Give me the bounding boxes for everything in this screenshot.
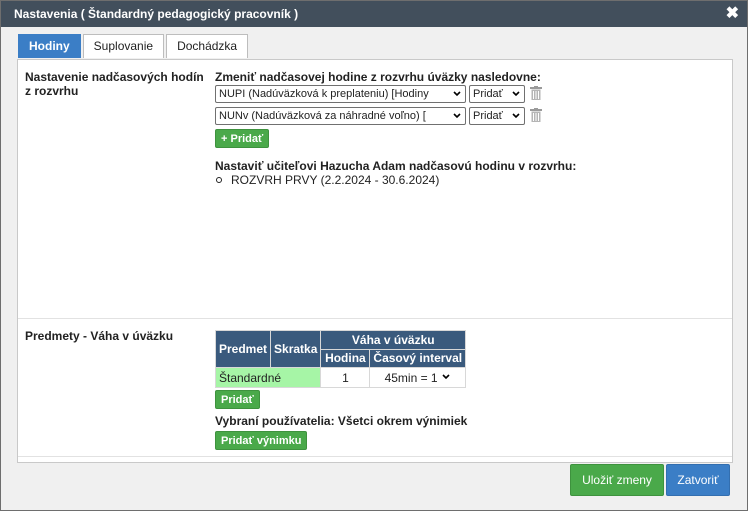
select-value: Pridať [473,110,503,122]
chevron-down-icon [511,108,521,124]
select-value: NUPI (Nadúväzková k preplateniu) [Hodiny [219,88,429,100]
selected-users-text: Vybraní používatelia: Všetci okrem výnim… [215,414,468,428]
schedule-list: ROZVRH PRVY (2.2.2024 - 30.6.2024) [215,173,439,187]
table-row: Štandardné 1 45min = 1 [214,367,467,388]
chevron-down-icon [452,86,462,102]
overtime-action-select-2[interactable]: Pridať [469,107,525,125]
assign-heading: Nastaviť učiteľovi Hazucha Adam nadčasov… [215,159,577,173]
save-button[interactable]: Uložiť zmeny [570,464,664,496]
bullet-icon [216,177,222,183]
overtime-instruction: Zmeniť nadčasovej hodine z rozvrhu úväzk… [215,70,541,84]
add-exception-button[interactable]: Pridať výnimku [215,431,308,450]
col-abbr-header: Skratka [270,330,322,368]
select-value: Pridať [473,88,503,100]
interval-select[interactable]: 45min = 1 [369,367,467,388]
add-overtime-button[interactable]: + Pridať [215,129,270,148]
dialog-title: Nastavenia ( Štandardný pedagogický prac… [14,7,299,21]
close-button[interactable]: Zatvoriť [666,464,730,496]
chevron-down-icon [452,108,462,124]
chevron-down-icon [511,86,521,102]
trash-icon[interactable] [530,108,542,122]
settings-dialog: Nastavenia ( Štandardný pedagogický prac… [0,0,748,511]
weight-table: Predmet Skratka Váha v úväzku Hodina Čas… [214,330,467,388]
overtime-section: Nastavenie nadčasových hodín z rozvrhu Z… [18,60,732,319]
subject-cell[interactable]: Štandardné [214,367,322,388]
chevron-down-icon [441,371,451,385]
tab-dochadzka[interactable]: Dochádzka [166,34,249,58]
tab-hodiny[interactable]: Hodiny [18,34,81,58]
hours-cell[interactable]: 1 [320,367,371,388]
select-value: NUNv (Nadúväzková za náhradné voľno) [ [219,110,426,122]
close-icon[interactable]: ✖ [726,1,739,27]
subjects-section: Predmety - Váha v úväzku Predmet Skratka… [18,320,732,457]
dialog-titlebar: Nastavenia ( Štandardný pedagogický prac… [1,1,747,27]
col-interval-header: Časový interval [369,348,467,368]
select-value: 45min = 1 [384,370,438,385]
col-hours-header: Hodina [320,348,371,368]
subjects-label: Predmety - Váha v úväzku [25,329,174,343]
tab-suplovanie[interactable]: Suplovanie [82,34,165,58]
tab-bar: Hodiny Suplovanie Dochádzka [18,34,250,59]
overtime-action-select-1[interactable]: Pridať [469,85,525,103]
add-subject-button[interactable]: Pridať [215,390,260,409]
overtime-type-select-1[interactable]: NUPI (Nadúväzková k preplateniu) [Hodiny [215,85,466,103]
col-subject-header: Predmet [214,330,272,368]
overtime-label: Nastavenie nadčasových hodín z rozvrhu [25,70,204,98]
tab-panel: Nastavenie nadčasových hodín z rozvrhu Z… [17,59,733,463]
col-weight-header: Váha v úväzku [320,330,467,350]
schedule-item: ROZVRH PRVY (2.2.2024 - 30.6.2024) [231,173,440,187]
trash-icon[interactable] [530,86,542,100]
overtime-type-select-2[interactable]: NUNv (Nadúväzková za náhradné voľno) [ [215,107,466,125]
